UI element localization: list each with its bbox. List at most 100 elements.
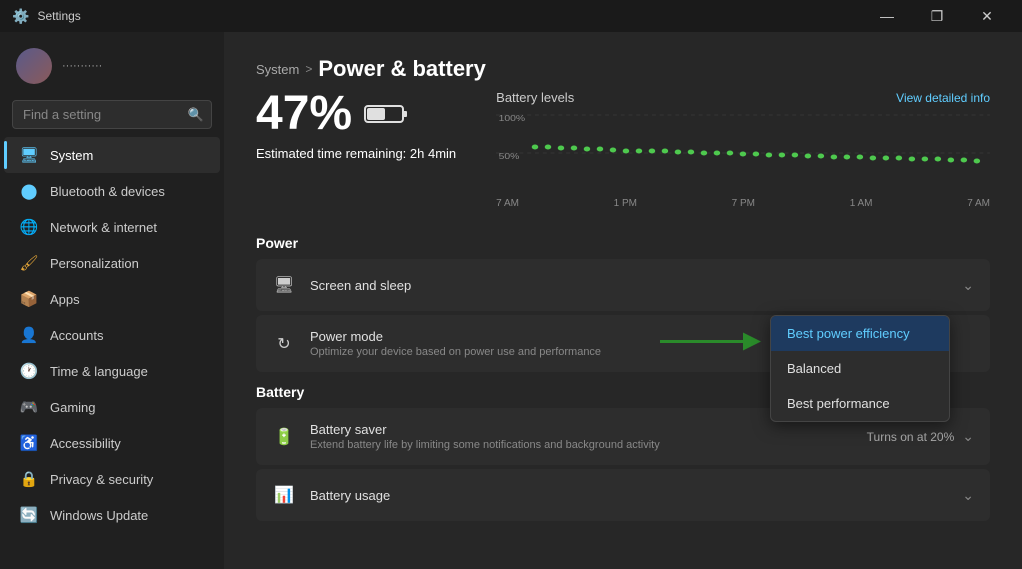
battery-usage-row[interactable]: 📊 Battery usage ⌄ [256,469,990,521]
battery-saver-sub: Extend battery life by limiting some not… [310,439,853,451]
chart-detail-link[interactable]: View detailed info [896,91,990,105]
sidebar-label-accessibility: Accessibility [50,436,121,451]
apps-icon: 📦 [20,290,38,308]
breadcrumb: System > Power & battery [256,56,990,82]
sidebar-label-update: Windows Update [50,508,148,523]
sidebar-item-update[interactable]: 🔄 Windows Update [4,497,220,533]
sidebar-label-apps: Apps [50,292,80,307]
sidebar-item-bluetooth[interactable]: ⬤ Bluetooth & devices [4,173,220,209]
sidebar-item-network[interactable]: 🌐 Network & internet [4,209,220,245]
svg-text:50%: 50% [499,152,520,161]
sidebar-item-system[interactable]: 🖥 System [4,137,220,173]
time-label-3: 1 AM [850,198,873,209]
sidebar-label-gaming: Gaming [50,400,96,415]
system-icon: 🖥 [20,146,38,164]
personalization-icon: 🖌 [20,254,38,272]
user-name: ··········· [62,60,102,72]
battery-usage-label: Battery usage [310,488,948,503]
gaming-icon: 🎮 [20,398,38,416]
sidebar-item-time[interactable]: 🕐 Time & language [4,353,220,389]
sidebar-label-system: System [50,148,93,163]
breadcrumb-parent[interactable]: System [256,62,299,77]
accessibility-icon: ♿ [20,434,38,452]
battery-chart: 100% 50% [496,111,990,211]
breadcrumb-separator: > [305,62,312,76]
time-label-4: 7 AM [967,198,990,209]
battery-chart-area: Battery levels View detailed info 100% 5… [496,90,990,211]
chart-title: Battery levels [496,90,574,105]
screen-sleep-label: Screen and sleep [310,278,948,293]
minimize-button[interactable]: — [864,0,910,32]
battery-usage-card: 📊 Battery usage ⌄ [256,469,990,521]
sidebar-label-privacy: Privacy & security [50,472,153,487]
battery-saver-chevron: ⌄ [962,428,974,445]
chart-time-labels: 7 AM 1 PM 7 PM 1 AM 7 AM [496,198,990,209]
battery-percent-value: 47% [256,90,352,138]
time-icon: 🕐 [20,362,38,380]
app-title: Settings [37,9,80,23]
search-icon: 🔍 [188,107,204,123]
breadcrumb-current: Power & battery [318,56,486,82]
battery-usage-chevron: ⌄ [962,487,974,504]
screen-sleep-chevron: ⌄ [962,277,974,294]
screen-sleep-text: Screen and sleep [310,278,948,293]
privacy-icon: 🔒 [20,470,38,488]
accounts-icon: 👤 [20,326,38,344]
sidebar: ··········· 🔍 🖥 System ⬤ Bluetooth & dev… [0,32,224,569]
sidebar-item-gaming[interactable]: 🎮 Gaming [4,389,220,425]
chart-svg: 100% 50% [496,111,990,191]
battery-estimate-label: Estimated time remaining: [256,146,406,161]
battery-saver-status: Turns on at 20% [867,430,955,444]
battery-saver-label: Battery saver [310,422,853,437]
title-bar: ⚙️ Settings — ❐ ✕ [0,0,1022,32]
sidebar-label-personalization: Personalization [50,256,139,271]
dropdown-item-efficiency[interactable]: Best power efficiency [771,316,949,351]
maximize-button[interactable]: ❐ [914,0,960,32]
power-section-title: Power [256,235,990,251]
arrow-svg [650,326,770,356]
sidebar-label-network: Network & internet [50,220,157,235]
time-label-0: 7 AM [496,198,519,209]
app-body: ··········· 🔍 🖥 System ⬤ Bluetooth & dev… [0,32,1022,569]
screen-sleep-icon: 🖥 [272,273,296,297]
sidebar-item-personalization[interactable]: 🖌 Personalization [4,245,220,281]
battery-percent-display: 47% [256,90,456,138]
network-icon: 🌐 [20,218,38,236]
chart-header: Battery levels View detailed info [496,90,990,105]
power-mode-icon: ↻ [272,332,296,356]
main-content: System > Power & battery 47% Estimated t… [224,32,1022,569]
title-bar-controls: — ❐ ✕ [864,0,1010,32]
battery-estimate: Estimated time remaining: 2h 4min [256,146,456,161]
dropdown-item-performance[interactable]: Best performance [771,386,949,421]
user-profile[interactable]: ··········· [0,40,224,96]
dropdown-item-balanced[interactable]: Balanced [771,351,949,386]
title-bar-left: ⚙️ Settings [12,8,81,25]
search-box: 🔍 [12,100,212,129]
battery-saver-icon: 🔋 [272,425,296,449]
bluetooth-icon: ⬤ [20,182,38,200]
app-icon: ⚙️ [12,8,29,25]
sidebar-item-accounts[interactable]: 👤 Accounts [4,317,220,353]
arrow-indicator [650,326,770,361]
battery-icon [364,102,408,126]
sidebar-label-bluetooth: Bluetooth & devices [50,184,165,199]
sidebar-label-time: Time & language [50,364,148,379]
search-input[interactable] [12,100,212,129]
sidebar-item-apps[interactable]: 📦 Apps [4,281,220,317]
time-label-2: 7 PM [732,198,755,209]
battery-saver-right: Turns on at 20% ⌄ [867,428,974,445]
svg-text:100%: 100% [499,114,526,123]
battery-status-area: 47% Estimated time remaining: 2h 4min Ba… [256,90,990,211]
screen-sleep-card: 🖥 Screen and sleep ⌄ [256,259,990,311]
close-button[interactable]: ✕ [964,0,1010,32]
battery-left: 47% Estimated time remaining: 2h 4min [256,90,456,211]
battery-usage-icon: 📊 [272,483,296,507]
power-mode-row[interactable]: ↻ Power mode Optimize your device based … [256,315,990,372]
sidebar-label-accounts: Accounts [50,328,103,343]
sidebar-item-privacy[interactable]: 🔒 Privacy & security [4,461,220,497]
screen-sleep-row[interactable]: 🖥 Screen and sleep ⌄ [256,259,990,311]
battery-saver-text: Battery saver Extend battery life by lim… [310,422,853,451]
power-mode-card: ↻ Power mode Optimize your device based … [256,315,990,372]
sidebar-item-accessibility[interactable]: ♿ Accessibility [4,425,220,461]
avatar [16,48,52,84]
